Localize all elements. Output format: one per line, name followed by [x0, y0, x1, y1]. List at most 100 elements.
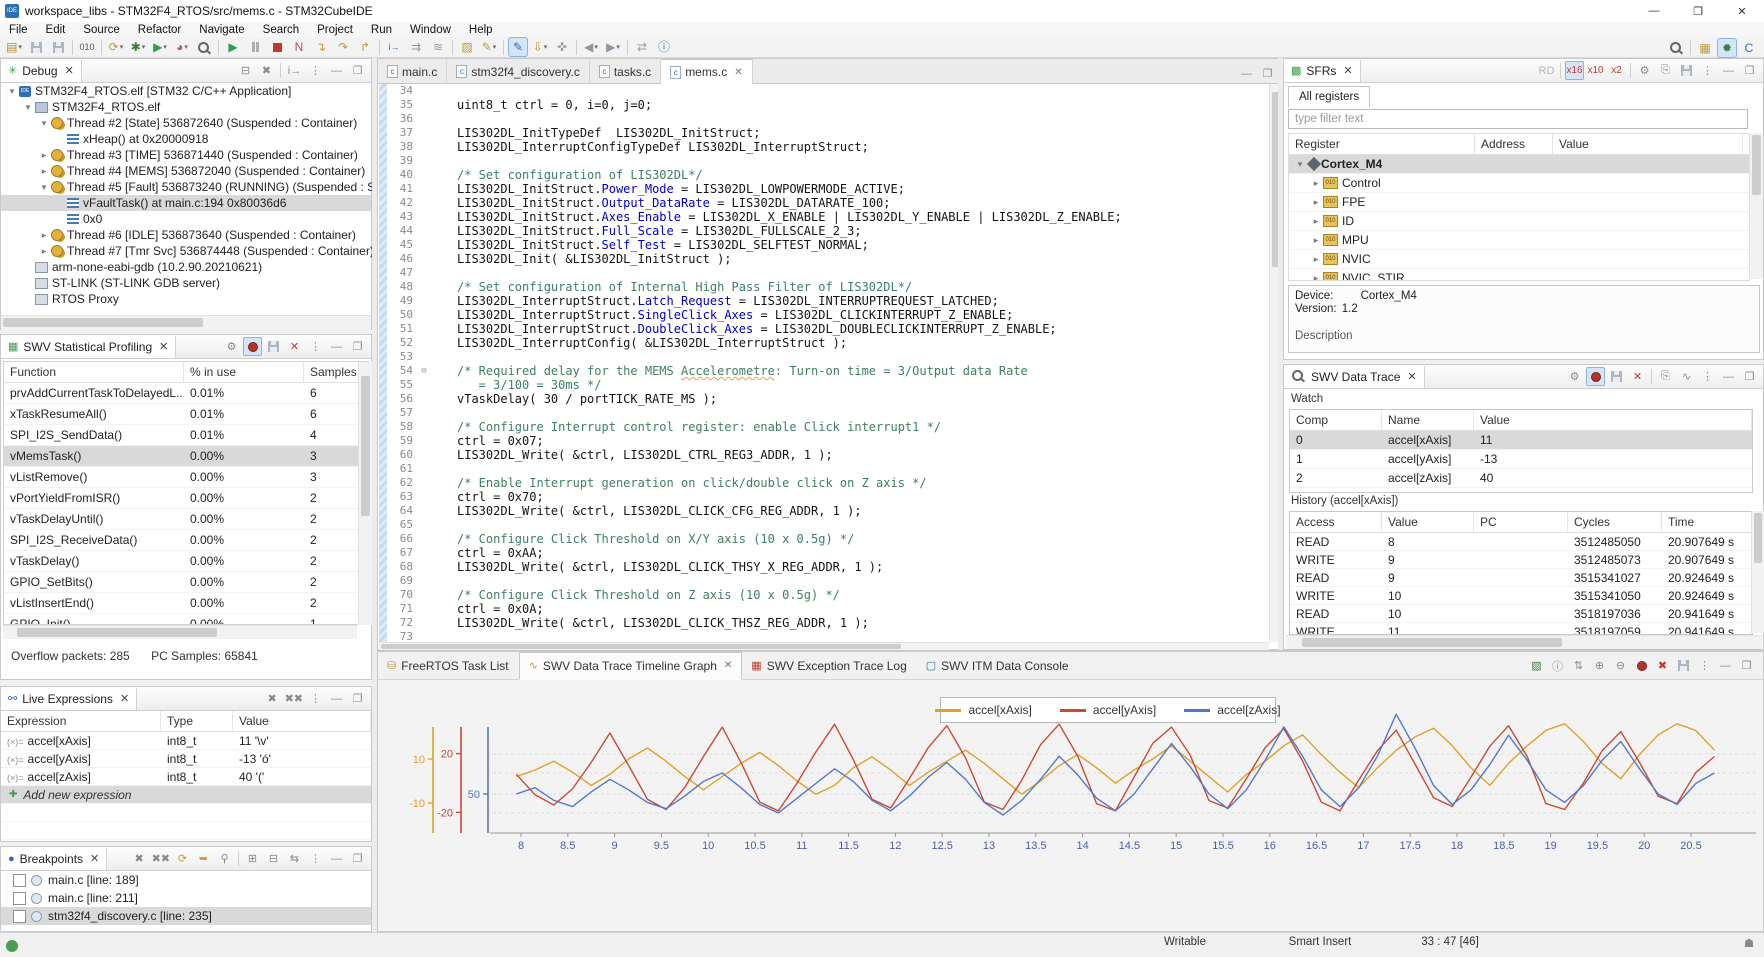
code-line[interactable]: 52LIS302DL_InterruptConfig( &LIS302DL_In… — [387, 336, 1267, 350]
table-row[interactable]: vListInsertEnd()0.00%2 — [4, 593, 368, 614]
column-header-register[interactable]: Register — [1289, 134, 1475, 154]
open-element-button[interactable]: ▨ — [457, 37, 477, 57]
code-line[interactable]: 61 — [387, 462, 1267, 476]
sfr-tree-item[interactable]: ▸010NVIC — [1289, 250, 1749, 269]
maximize-window-button[interactable]: ❐ — [1676, 0, 1720, 22]
open-perspective-button[interactable]: ▦ — [1695, 38, 1715, 58]
debug-tree-item[interactable]: ▸Thread #6 [IDLE] 536873640 (Suspended :… — [1, 227, 371, 243]
link-icon[interactable]: ⇆ — [285, 849, 304, 868]
remove-icon[interactable]: ✕ — [1628, 367, 1647, 386]
table-row[interactable]: (×)=accel[zAxis]int8_t40 '(' — [1, 768, 371, 786]
view-menu-icon[interactable]: ⋮ — [306, 849, 325, 868]
column-header-value[interactable]: Value — [1553, 134, 1743, 154]
column-header-time[interactable]: Time — [1662, 512, 1752, 532]
code-line[interactable]: 51LIS302DL_InterruptStruct.DoubleClick_A… — [387, 322, 1267, 336]
code-line[interactable]: 50LIS302DL_InterruptStruct.SingleClick_A… — [387, 308, 1267, 322]
expander-icon[interactable]: ▾ — [37, 118, 51, 129]
profiling-hscrollbar[interactable] — [3, 625, 357, 639]
column-header-comp[interactable]: Comp — [1290, 410, 1382, 430]
menu-help[interactable]: Help — [460, 24, 502, 36]
sfr-tree-item[interactable]: ▸010Control — [1289, 174, 1749, 193]
configure-icon[interactable]: ⚙ — [222, 337, 241, 356]
code-line[interactable]: 38LIS302DL_InterruptConfigTypeDef LIS302… — [387, 140, 1267, 154]
code-line[interactable]: 49LIS302DL_InterruptStruct.Latch_Request… — [387, 294, 1267, 308]
export-icon[interactable]: ⎘ — [1656, 61, 1675, 80]
expander-icon[interactable]: ▾ — [1293, 159, 1307, 170]
debug-tree-item[interactable]: ST-LINK (ST-LINK GDB server) — [1, 275, 371, 291]
code-line[interactable]: 44LIS302DL_InitStruct.Full_Scale = LIS30… — [387, 224, 1267, 238]
remove-icon[interactable]: ✖ — [263, 689, 282, 708]
expander-icon[interactable]: ▸ — [1309, 254, 1323, 265]
sfr-tree-item[interactable]: ▸010NVIC_STIR — [1289, 269, 1749, 281]
maximize-icon[interactable]: ❐ — [348, 337, 367, 356]
code-line[interactable]: 59ctrl = 0x07; — [387, 434, 1267, 448]
table-row[interactable]: vPortYieldFromISR()0.00%2 — [4, 488, 368, 509]
configure-icon[interactable]: ⚙ — [1565, 367, 1584, 386]
resume-button[interactable]: ▶ — [223, 37, 243, 57]
code-line[interactable]: 55 = 3/100 = 30ms */ — [387, 378, 1267, 392]
maximize-icon[interactable]: ❐ — [348, 849, 367, 868]
c-cpp-perspective-button[interactable]: C — [1739, 38, 1759, 58]
table-row[interactable]: vMemsTask()0.00%3 — [4, 446, 368, 467]
sfr-tree-item[interactable]: ▾Cortex_M4 — [1289, 155, 1749, 174]
breakpoint-checkbox[interactable] — [13, 874, 26, 887]
editor-tab-main-c[interactable]: cmain.c — [378, 60, 447, 83]
save-button[interactable] — [26, 37, 46, 57]
close-icon[interactable]: ✕ — [1407, 370, 1416, 383]
minimize-icon[interactable]: — — [1719, 61, 1738, 80]
graph-icon[interactable]: ∿ — [1677, 367, 1696, 386]
column-header--in-use[interactable]: % in use — [184, 362, 304, 382]
debug-tree-item[interactable]: RTOS Proxy — [1, 291, 371, 307]
code-line[interactable]: 72LIS302DL_Write( &ctrl, LIS302DL_CLICK_… — [387, 616, 1267, 630]
forward-button[interactable]: ▶▾ — [603, 37, 623, 57]
info-icon[interactable]: ⓘ — [1548, 656, 1567, 675]
code-line[interactable]: 67ctrl = 0xAA; — [387, 546, 1267, 560]
menu-project[interactable]: Project — [308, 24, 362, 36]
maximize-icon[interactable]: ❐ — [348, 689, 367, 708]
minimize-icon[interactable]: — — [1237, 64, 1256, 83]
column-header-type[interactable]: Type — [161, 711, 233, 731]
code-line[interactable]: 60LIS302DL_Write( &ctrl, LIS302DL_CTRL_R… — [387, 448, 1267, 462]
remove-icon[interactable]: ✖ — [1653, 656, 1672, 675]
minimize-icon[interactable]: — — [327, 849, 346, 868]
minimize-icon[interactable]: — — [327, 61, 346, 80]
bottom-tab-swv-itm-data-console[interactable]: ▢SWV ITM Data Console — [917, 653, 1079, 679]
code-line[interactable]: 58/* Configure Interrupt control registe… — [387, 420, 1267, 434]
table-row[interactable]: (×)=accel[xAxis]int8_t11 '\v' — [1, 732, 371, 750]
column-header-value[interactable]: Value — [1382, 512, 1474, 532]
info-button[interactable]: ⓘ — [654, 37, 674, 57]
debug-tree-item[interactable]: ▾STM32F4_RTOS.elf — [1, 99, 371, 115]
column-header-value[interactable]: Value — [233, 711, 371, 731]
configure-icon[interactable]: ⚙ — [1635, 61, 1654, 80]
expander-icon[interactable]: ▸ — [1309, 197, 1323, 208]
link-editor-button[interactable]: ⇄ — [632, 37, 652, 57]
debug-tree-item[interactable]: ▸Thread #7 [Tmr Svc] 536874448 (Suspende… — [1, 243, 371, 259]
table-row[interactable]: READ8351248505020.907649 s — [1290, 533, 1752, 551]
bottom-tab-swv-exception-trace-log[interactable]: ▦SWV Exception Trace Log — [742, 653, 916, 679]
code-line[interactable]: 71ctrl = 0x0A; — [387, 602, 1267, 616]
maximize-icon[interactable]: ❐ — [348, 61, 367, 80]
save-icon[interactable] — [1677, 61, 1696, 80]
external-tools-button[interactable]: ◕▾ — [172, 37, 192, 57]
table-row[interactable]: GPIO_SetBits()0.00%2 — [4, 572, 368, 593]
search-icon[interactable] — [1666, 38, 1686, 58]
code-line[interactable]: 68LIS302DL_Write( &ctrl, LIS302DL_CLICK_… — [387, 560, 1267, 574]
expander-icon[interactable]: ▸ — [37, 246, 51, 257]
debug-tree-item[interactable]: xHeap() at 0x20000918 — [1, 131, 371, 147]
graph-settings-icon[interactable]: ▧ — [1527, 656, 1546, 675]
table-row[interactable]: (×)=accel[yAxis]int8_t-13 'ó' — [1, 750, 371, 768]
highlight-button[interactable]: ✎ — [508, 37, 528, 57]
breakpoint-item[interactable]: stm32f4_discovery.c [line: 235] — [1, 907, 371, 925]
view-menu-icon[interactable]: ⋮ — [1698, 367, 1717, 386]
save-icon[interactable] — [264, 337, 283, 356]
code-line[interactable]: 43LIS302DL_InitStruct.Axes_Enable = LIS3… — [387, 210, 1267, 224]
close-icon[interactable]: ✕ — [734, 67, 742, 78]
code-line[interactable]: 53 — [387, 350, 1267, 364]
table-row[interactable]: xTaskResumeAll()0.01%6 — [4, 404, 368, 425]
maximize-icon[interactable]: ❐ — [1737, 656, 1756, 675]
table-row[interactable]: vTaskDelay()0.00%2 — [4, 551, 368, 572]
menu-run[interactable]: Run — [362, 24, 401, 36]
code-line[interactable]: 41LIS302DL_InitStruct.Power_Mode = LIS30… — [387, 182, 1267, 196]
notification-bell-icon[interactable]: ☗ — [1740, 936, 1758, 950]
table-row[interactable]: GPIO_Init()0.00%1 — [4, 614, 368, 625]
